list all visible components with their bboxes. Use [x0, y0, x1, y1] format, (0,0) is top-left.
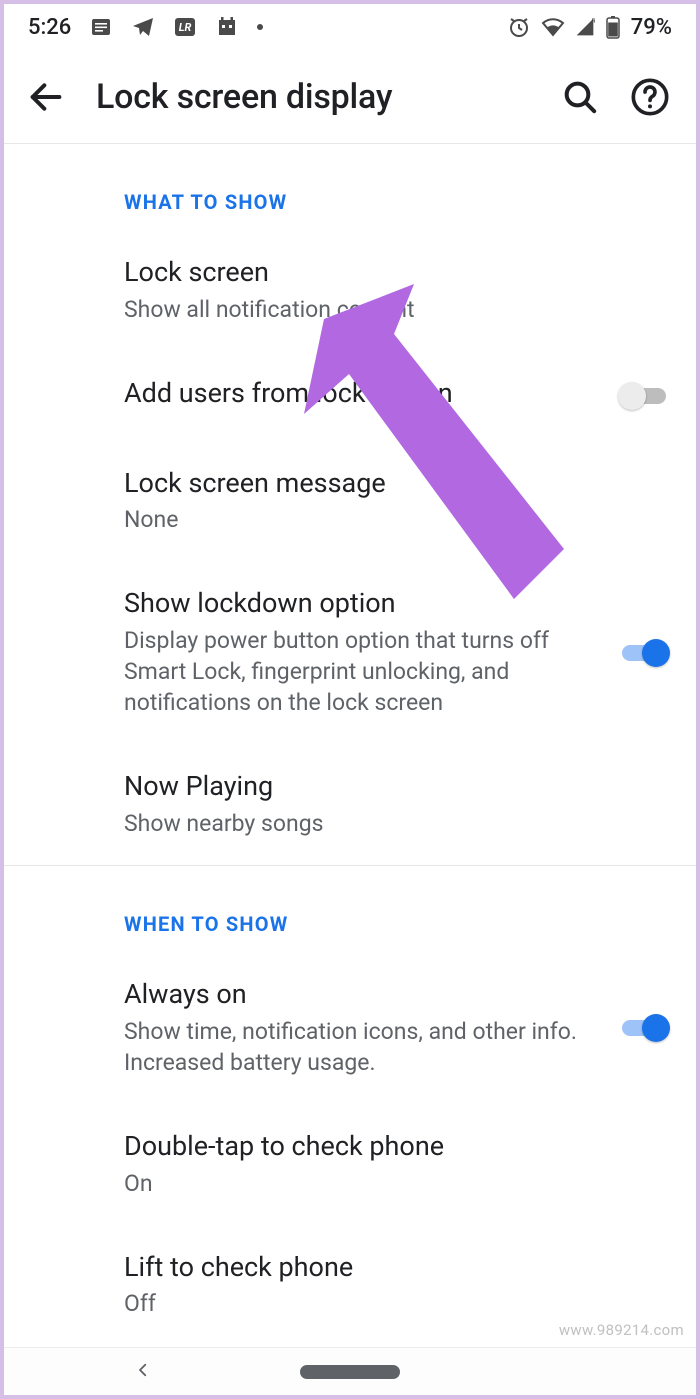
nav-back-button[interactable] [134, 1361, 152, 1383]
section-header-when: WHEN TO SHOW [4, 866, 696, 952]
pref-add-users[interactable]: Add users from lock screen [4, 351, 696, 441]
battery-icon [605, 15, 621, 39]
page-title: Lock screen display [96, 77, 530, 117]
switch-lockdown[interactable] [618, 638, 670, 668]
pref-summary: None [124, 504, 670, 535]
pref-summary: On [124, 1168, 670, 1199]
system-nav-bar [4, 1347, 696, 1395]
pref-summary: Display power button option that turns o… [124, 625, 598, 718]
watermark-text: www.989214.com [559, 1321, 684, 1339]
pref-lockdown[interactable]: Show lockdown option Display power butto… [4, 561, 696, 744]
pref-summary: Show time, notification icons, and other… [124, 1016, 598, 1078]
help-button[interactable] [630, 77, 670, 117]
pref-summary: Off [124, 1288, 670, 1319]
switch-add-users[interactable] [618, 381, 670, 411]
wifi-icon [541, 15, 565, 39]
svg-text:R: R [591, 17, 594, 25]
notification-more-dot [257, 24, 263, 30]
pref-title: Always on [124, 978, 598, 1012]
pref-now-playing[interactable]: Now Playing Show nearby songs [4, 744, 696, 865]
device-frame: 5:26 LR R [4, 4, 696, 1395]
pref-summary: Show nearby songs [124, 808, 670, 839]
svg-text:LR: LR [179, 21, 192, 34]
pref-always-on[interactable]: Always on Show time, notification icons,… [4, 952, 696, 1104]
status-bar: 5:26 LR R [4, 4, 696, 50]
switch-always-on[interactable] [618, 1013, 670, 1043]
status-bar-right: R 79% [507, 15, 672, 40]
pref-double-tap[interactable]: Double-tap to check phone On [4, 1104, 696, 1225]
search-button[interactable] [560, 77, 600, 117]
pref-lock-message[interactable]: Lock screen message None [4, 441, 696, 562]
pref-summary: Show all notification content [124, 294, 670, 325]
pref-title: Lift to check phone [124, 1251, 670, 1285]
pref-title: Show lockdown option [124, 587, 598, 621]
signal-icon: R [575, 15, 595, 39]
notification-app-icon: LR [173, 15, 197, 39]
settings-list[interactable]: WHAT TO SHOW Lock screen Show all notifi… [4, 144, 696, 1345]
app-bar: Lock screen display [4, 50, 696, 144]
pref-title: Lock screen [124, 256, 670, 290]
notification-message-icon [89, 15, 113, 39]
back-button[interactable] [26, 77, 66, 117]
status-bar-left: 5:26 LR [28, 15, 263, 40]
alarm-icon [507, 15, 531, 39]
section-header-what: WHAT TO SHOW [4, 144, 696, 230]
pref-title: Double-tap to check phone [124, 1130, 670, 1164]
notification-calendar-icon [215, 15, 239, 39]
notification-telegram-icon [131, 15, 155, 39]
pref-title: Lock screen message [124, 467, 670, 501]
pref-lock-screen[interactable]: Lock screen Show all notification conten… [4, 230, 696, 351]
pref-title: Add users from lock screen [124, 377, 598, 411]
nav-home-pill[interactable] [300, 1365, 400, 1379]
clock-text: 5:26 [28, 15, 71, 40]
battery-text: 79% [631, 15, 672, 40]
pref-title: Now Playing [124, 770, 670, 804]
